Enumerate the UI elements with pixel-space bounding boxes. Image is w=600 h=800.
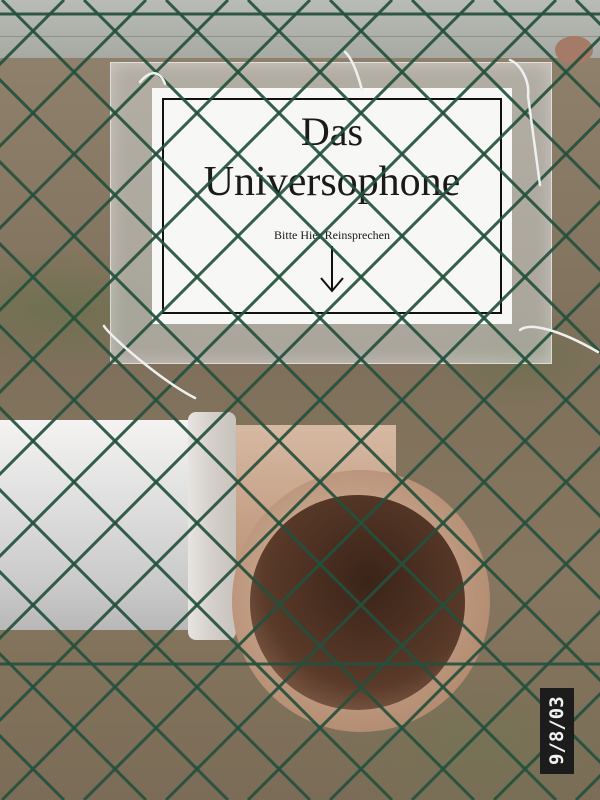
fence-wire	[246, 445, 600, 800]
fence-wire	[0, 0, 394, 395]
fence-wire	[0, 77, 600, 683]
fence-wire	[164, 0, 600, 437]
fence-wire	[82, 0, 600, 519]
fence-wire	[0, 0, 600, 601]
fence-wire	[492, 0, 600, 109]
fence-wire	[0, 0, 66, 67]
date-stamp: 9/8/03	[540, 688, 574, 774]
fence-wire	[0, 241, 558, 800]
fence-wire	[328, 527, 600, 800]
fence-wire	[0, 159, 600, 765]
fence-wire	[410, 0, 600, 191]
chain-link-fence	[0, 0, 600, 800]
fence-wire	[0, 35, 600, 641]
fence-wire	[0, 0, 558, 559]
fence-wire	[492, 691, 600, 800]
fence-wire	[410, 609, 600, 800]
photo-scene: Das Universophone Bitte Hier Reinspreche…	[0, 0, 600, 800]
fence-wire	[0, 199, 600, 800]
fence-wire	[164, 363, 600, 800]
fence-wire	[82, 281, 600, 800]
fence-wire	[0, 117, 600, 723]
fence-wire	[574, 773, 600, 800]
fence-wire	[0, 405, 394, 800]
fence-wire	[328, 0, 600, 273]
fence-wire	[246, 0, 600, 355]
fence-wire	[0, 569, 230, 800]
fence-wire	[0, 733, 66, 800]
fence-wire	[574, 0, 600, 27]
fence-wire	[0, 0, 230, 231]
